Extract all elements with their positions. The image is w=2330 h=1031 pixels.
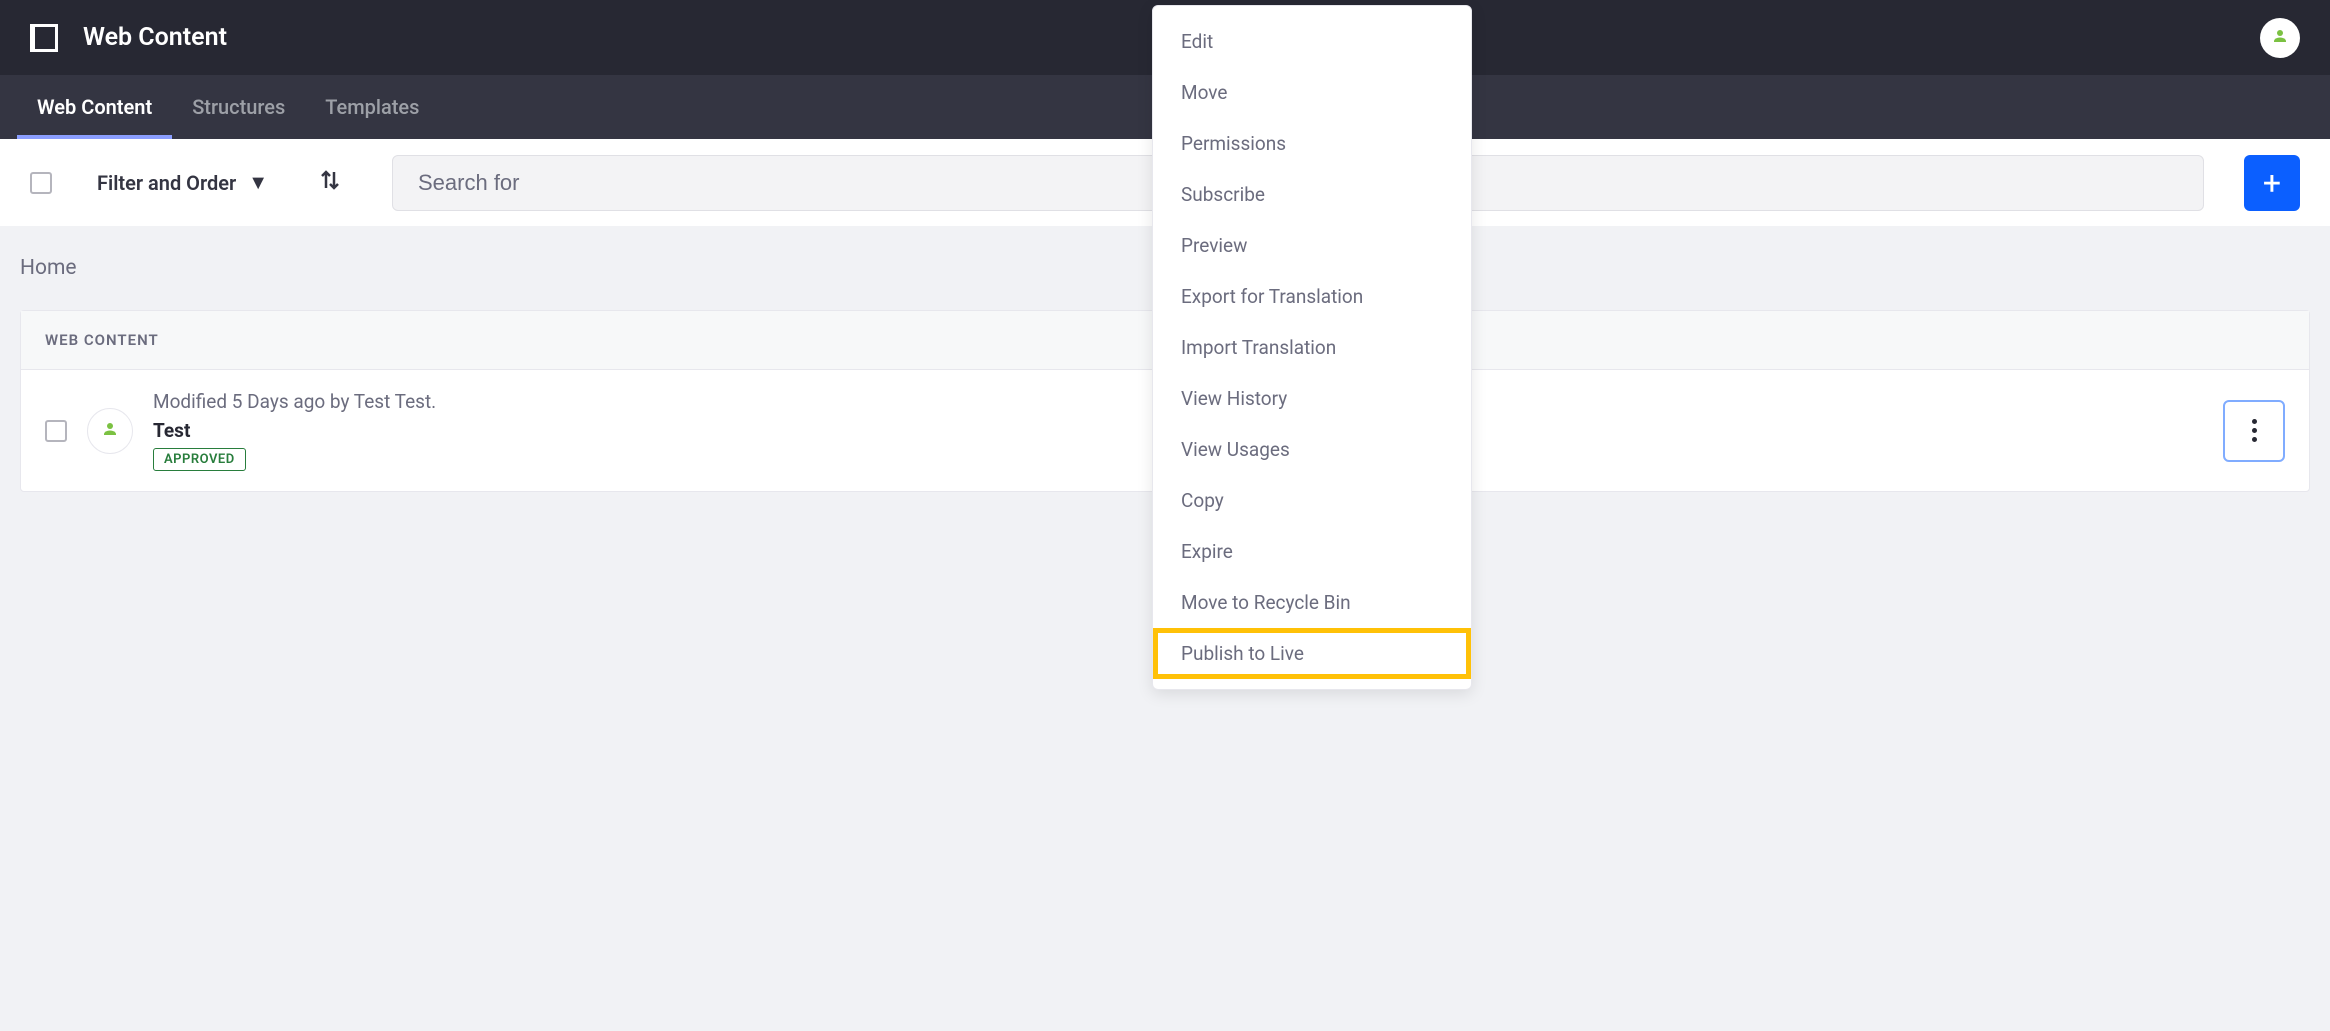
dropdown-item-publish-live[interactable]: Publish to Live	[1153, 628, 1471, 679]
filter-order-label: Filter and Order	[97, 171, 236, 195]
person-icon	[101, 420, 119, 442]
dropdown-item-expire[interactable]: Expire	[1153, 526, 1471, 577]
actions-dropdown: Edit Move Permissions Subscribe Preview …	[1152, 5, 1472, 690]
kebab-icon	[2252, 419, 2257, 442]
dropdown-item-preview[interactable]: Preview	[1153, 220, 1471, 271]
person-icon	[2271, 27, 2289, 49]
sort-button[interactable]	[318, 168, 342, 198]
filter-order-dropdown[interactable]: Filter and Order ▼	[97, 170, 268, 195]
dropdown-item-recycle-bin[interactable]: Move to Recycle Bin	[1153, 577, 1471, 628]
select-all-checkbox[interactable]	[30, 172, 52, 194]
plus-icon: +	[2263, 164, 2281, 202]
dropdown-item-import-translation[interactable]: Import Translation	[1153, 322, 1471, 373]
app-icon	[30, 24, 58, 52]
caret-down-icon: ▼	[248, 170, 268, 195]
tab-label: Templates	[325, 95, 419, 119]
dropdown-item-edit[interactable]: Edit	[1153, 16, 1471, 67]
status-badge: APPROVED	[153, 448, 246, 471]
row-actions-button[interactable]	[2223, 400, 2285, 462]
tab-label: Web Content	[37, 95, 152, 119]
add-button[interactable]: +	[2244, 155, 2300, 211]
dropdown-item-export-translation[interactable]: Export for Translation	[1153, 271, 1471, 322]
app-title: Web Content	[83, 23, 227, 52]
tab-structures[interactable]: Structures	[172, 75, 305, 139]
dropdown-item-copy[interactable]: Copy	[1153, 475, 1471, 526]
dropdown-item-permissions[interactable]: Permissions	[1153, 118, 1471, 169]
dropdown-item-move[interactable]: Move	[1153, 67, 1471, 118]
dropdown-item-subscribe[interactable]: Subscribe	[1153, 169, 1471, 220]
row-checkbox[interactable]	[45, 420, 67, 442]
row-avatar	[87, 408, 133, 454]
dropdown-item-view-usages[interactable]: View Usages	[1153, 424, 1471, 475]
tab-web-content[interactable]: Web Content	[17, 75, 172, 139]
dropdown-item-view-history[interactable]: View History	[1153, 373, 1471, 424]
sort-arrows-icon	[318, 168, 342, 192]
tab-templates[interactable]: Templates	[305, 75, 439, 139]
user-avatar[interactable]	[2260, 18, 2300, 58]
tab-label: Structures	[192, 95, 285, 119]
